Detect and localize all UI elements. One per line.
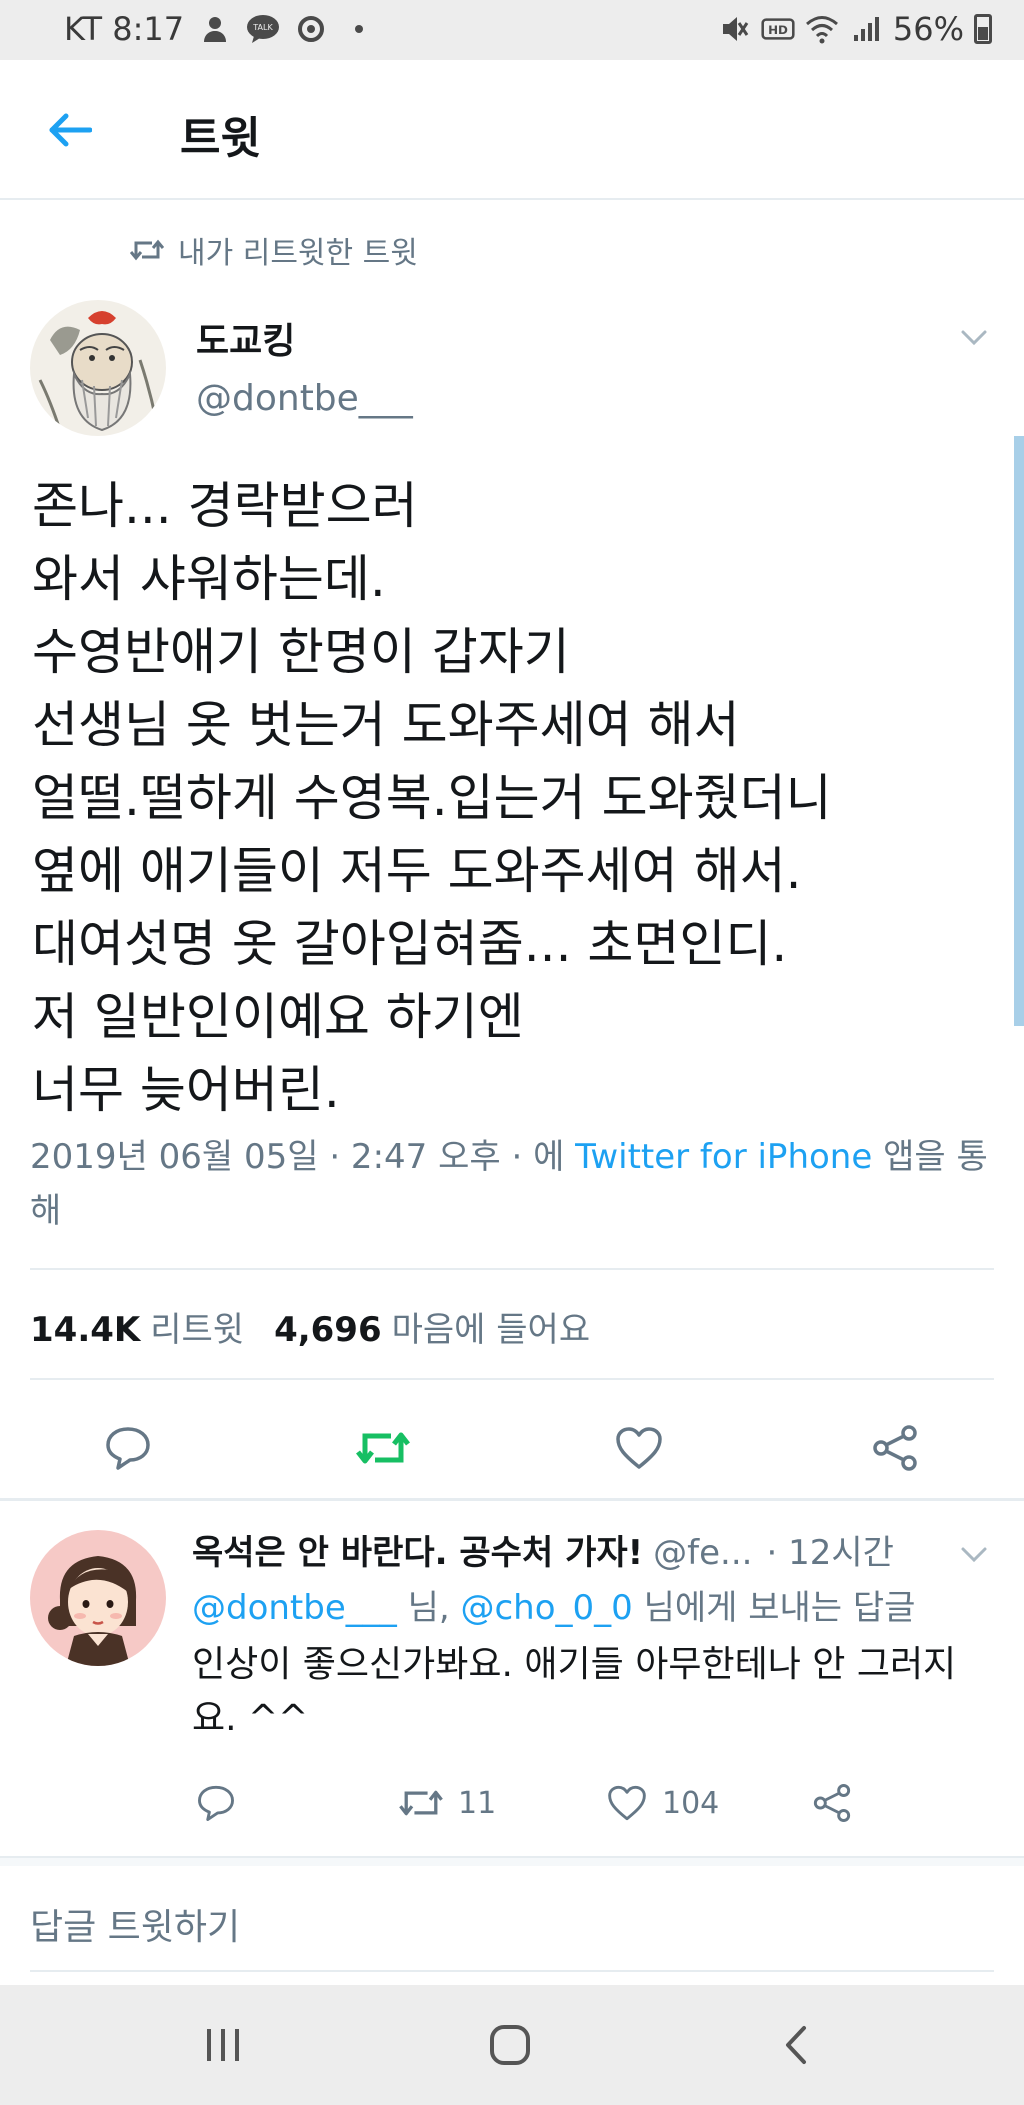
talk-icon: TALK	[246, 12, 280, 46]
retweet-button[interactable]	[353, 1418, 413, 1478]
wifi-icon	[805, 12, 839, 46]
tweet-timestamp: 2019년 06월 05일 · 2:47 오후 · 에	[30, 1137, 576, 1177]
replying-to: @dontbe___ 님, @cho_0_0 님에게 보내는 답글	[192, 1580, 915, 1629]
mute-icon	[717, 12, 751, 46]
retweet-icon	[130, 239, 164, 261]
recent-apps-button[interactable]	[193, 2015, 253, 2075]
author-name[interactable]: 도교킹	[196, 312, 295, 364]
tweet-actions	[0, 1400, 1024, 1490]
retweet-context-label: 내가 리트윗한 트윗	[178, 236, 418, 271]
sync-icon	[294, 12, 328, 46]
reply-like-count: 104	[662, 1785, 720, 1821]
battery-icon	[974, 14, 992, 44]
reply-reply-button[interactable]	[196, 1775, 236, 1831]
recent-apps-icon	[207, 2029, 239, 2061]
like-button[interactable]	[609, 1418, 669, 1478]
signal-icon	[849, 12, 883, 46]
tweet-meta: 2019년 06월 05일 · 2:47 오후 · 에 Twitter for …	[30, 1130, 1000, 1238]
person-icon	[198, 12, 232, 46]
reply-retweet-button[interactable]: 11	[398, 1775, 496, 1831]
battery-percent: 56%	[892, 10, 964, 48]
tweet-stats: 14.4K 리트윗 4,696 마음에 들어요	[30, 1302, 610, 1351]
reply-retweet-count: 11	[458, 1785, 497, 1821]
back-arrow-icon	[49, 113, 92, 147]
reply-actions: 11 104	[0, 1775, 1024, 1835]
section-separator	[0, 1498, 1024, 1501]
tweet-menu-button[interactable]	[954, 318, 994, 358]
status-left: KT 8:17 TALK	[64, 10, 376, 48]
author-avatar[interactable]	[30, 300, 166, 436]
tweet-text: 존나... 경락받으러 와서 샤워하는데. 수영반애기 한명이 갑자기 선생님 …	[32, 477, 832, 1119]
share-icon	[873, 1425, 917, 1471]
mention-link[interactable]: @cho_0_0	[460, 1588, 632, 1628]
retweet-count-label[interactable]: 리트윗	[150, 1302, 244, 1351]
app-header: 트윗	[0, 60, 1024, 200]
home-icon	[490, 2025, 530, 2065]
chevron-down-icon	[961, 1547, 987, 1563]
retweet-icon	[399, 1790, 443, 1816]
replying-to-suffix: 님에게 보내는 답글	[632, 1588, 916, 1628]
section-separator	[0, 1856, 1024, 1866]
reply-text: 인상이 좋으신가봐요. 애기들 아무한테나 안 그러지요. ^^	[192, 1644, 957, 1739]
share-button[interactable]	[865, 1418, 925, 1478]
home-button[interactable]	[480, 2015, 540, 2075]
tweet-source-link[interactable]: Twitter for iPhone	[575, 1137, 872, 1177]
retweet-context: 내가 리트윗한 트윗	[130, 228, 418, 272]
carrier-time: KT 8:17	[64, 10, 185, 48]
reply-icon	[106, 1427, 150, 1470]
hd-icon: HD	[761, 12, 795, 46]
heart-icon	[608, 1785, 646, 1821]
reply-header: 옥석은 안 바란다. 공수처 가자! @fe... · 12시간	[192, 1525, 992, 1574]
reply-menu-button[interactable]	[954, 1535, 994, 1575]
chevron-left-icon	[786, 2026, 806, 2064]
reply-like-button[interactable]: 104	[606, 1775, 719, 1831]
svg-text:HD: HD	[768, 23, 788, 37]
like-count-label[interactable]: 마음에 들어요	[392, 1302, 591, 1351]
reply-time: · 12시간	[766, 1533, 894, 1573]
reply-author-handle[interactable]: @fe...	[653, 1533, 752, 1573]
back-button[interactable]	[40, 100, 100, 160]
reply-author-avatar[interactable]	[30, 1530, 166, 1666]
share-icon	[813, 1784, 851, 1822]
back-nav-button[interactable]	[766, 2015, 826, 2075]
system-nav-bar	[0, 1985, 1024, 2105]
svg-text:TALK: TALK	[252, 23, 273, 32]
reply-share-button[interactable]	[812, 1775, 852, 1831]
reply-icon	[198, 1785, 234, 1821]
status-right: HD 56%	[717, 10, 992, 48]
reply-author-name[interactable]: 옥석은 안 바란다. 공수처 가자!	[192, 1525, 643, 1574]
retweet-active-icon	[356, 1432, 410, 1464]
heart-icon	[616, 1427, 662, 1469]
reply-compose-input[interactable]: 답글 트윗하기	[30, 1898, 240, 1950]
replying-to-mid: 님,	[396, 1588, 461, 1628]
compose-divider	[30, 1970, 994, 1972]
scrollbar[interactable]	[1014, 436, 1024, 1026]
retweet-count[interactable]: 14.4K	[30, 1310, 140, 1350]
author-handle[interactable]: @dontbe___	[196, 378, 413, 419]
like-count[interactable]: 4,696	[274, 1310, 382, 1350]
reply-button[interactable]	[98, 1418, 158, 1478]
chevron-down-icon	[961, 330, 987, 346]
page-title: 트윗	[180, 113, 261, 164]
divider	[30, 1268, 994, 1270]
divider	[30, 1378, 994, 1380]
dot-icon	[342, 12, 376, 46]
mention-link[interactable]: @dontbe___	[192, 1588, 397, 1628]
status-bar: KT 8:17 TALK HD 56%	[0, 0, 1024, 60]
